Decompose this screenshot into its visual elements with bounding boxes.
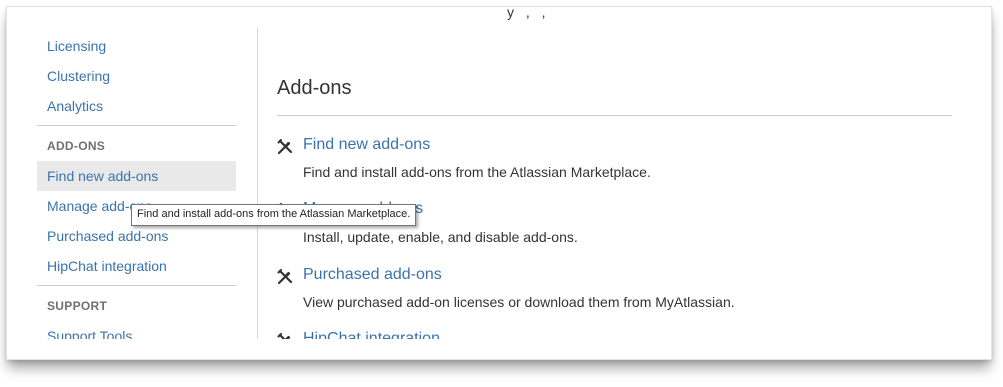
sidebar-heading-support: SUPPORT (47, 299, 108, 313)
tools-icon (277, 139, 293, 155)
manage-addons-description: Install, update, enable, and disable add… (303, 229, 578, 245)
sidebar-item-hipchat-integration[interactable]: HipChat integration (37, 251, 236, 281)
admin-sidebar: Licensing Clustering Analytics ADD-ONS F… (37, 7, 236, 339)
cropped-text: y , , (507, 7, 550, 20)
sidebar-separator (257, 27, 258, 339)
section-divider (277, 115, 952, 116)
sidebar-item-clustering[interactable]: Clustering (37, 61, 236, 91)
find-new-addons-link[interactable]: Find new add-ons (303, 136, 430, 154)
hipchat-integration-link[interactable]: HipChat integration (303, 330, 440, 339)
sidebar-item-support-tools[interactable]: Support Tools (37, 321, 236, 339)
sidebar-item-licensing[interactable]: Licensing (37, 31, 236, 61)
tools-icon (277, 333, 290, 339)
tools-icon (277, 269, 293, 285)
sidebar-item-analytics[interactable]: Analytics (37, 91, 236, 121)
tooltip: Find and install add-ons from the Atlass… (131, 204, 417, 226)
sidebar-heading-addons: ADD-ONS (47, 139, 106, 153)
admin-page: Licensing Clustering Analytics ADD-ONS F… (7, 7, 991, 339)
sidebar-divider (37, 125, 236, 126)
sidebar-item-find-new-addons[interactable]: Find new add-ons (37, 161, 236, 191)
purchased-addons-description: View purchased add-on licenses or downlo… (303, 294, 735, 310)
section-title: Add-ons (277, 77, 352, 99)
sidebar-divider (37, 285, 236, 286)
screenshot-frame: Licensing Clustering Analytics ADD-ONS F… (6, 6, 992, 360)
purchased-addons-link[interactable]: Purchased add-ons (303, 266, 442, 284)
find-new-addons-description: Find and install add-ons from the Atlass… (303, 164, 651, 180)
